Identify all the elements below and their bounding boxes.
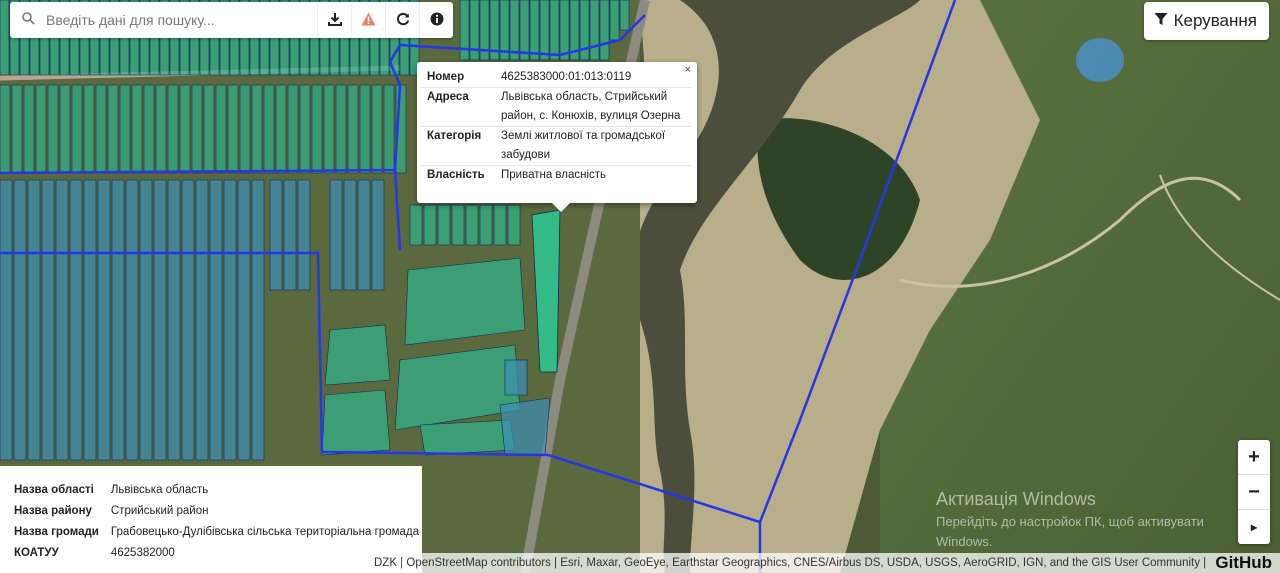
info-key: Назва громади (14, 525, 99, 538)
info-button[interactable] (419, 2, 453, 38)
popup-row: Власність Приватна власність (421, 166, 691, 186)
search-icon (10, 12, 46, 28)
popup-key: Власність (427, 169, 485, 181)
attribution-dzk: DZK (373, 557, 397, 569)
search-bar (10, 2, 453, 38)
info-row: Назва області Львівська область (8, 479, 425, 500)
parcel-details-table: Номер 4625383000:01:013:0119 Адреса Львівс… (421, 68, 691, 185)
watermark-title: Активація Windows (936, 489, 1096, 509)
filter-icon (1154, 11, 1168, 31)
info-key: Назва області (14, 483, 94, 496)
info-value: Стрийський район (110, 504, 209, 517)
popup-key: Категорія (421, 126, 495, 166)
info-row: Назва району Стрийський район (8, 500, 425, 521)
windows-activation-watermark: Активація Windows Перейдіть до настройок… (936, 489, 1204, 550)
attribution-bar: DZK | OpenStreetMap contributors | Esri,… (369, 553, 1280, 573)
lake (1076, 38, 1124, 82)
watermark-line2: Windows. (936, 534, 993, 549)
popup-key: Адреса (421, 87, 495, 127)
search-input[interactable] (46, 5, 317, 35)
popup-value: 4625383000:01:013:0119 (495, 68, 691, 88)
zoom-in-button[interactable]: + (1238, 440, 1270, 475)
download-icon (327, 12, 342, 29)
watermark-line1: Перейдіть до настройок ПК, щоб активуват… (936, 514, 1204, 529)
osm-link[interactable]: OpenStreetMap contributors (406, 557, 550, 569)
info-row: КОАТУУ 4625382000 (8, 542, 425, 563)
popup-value: Приватна власність (501, 169, 607, 181)
attribution-sources: | Esri, Maxar, GeoEye, Earthstar Geograp… (550, 557, 1210, 569)
info-row: Назва громади Грабовецько-Дулібівська сіл… (8, 521, 425, 542)
controls-button-label: Керування (1173, 11, 1257, 30)
info-icon (430, 12, 444, 29)
controls-button[interactable]: Керування (1143, 2, 1269, 40)
attribution-separator: | (396, 557, 407, 569)
refresh-button[interactable] (385, 2, 419, 38)
github-link[interactable]: GitHub (1209, 553, 1280, 573)
warning-icon (361, 12, 376, 29)
refresh-icon (396, 12, 410, 29)
locate-button[interactable]: ▸ (1238, 510, 1270, 544)
info-key: Назва району (14, 504, 92, 517)
info-value: Грабовецько-Дулібівська сільська територ… (110, 525, 420, 538)
popup-value: Землі житлової та громадської забудови (495, 126, 691, 166)
download-button[interactable] (317, 2, 351, 38)
zoom-control: + − ▸ (1238, 440, 1270, 544)
parcel-popup: × Номер 4625383000:01:013:0119 Адреса Льві… (417, 62, 697, 212)
popup-row: Адреса Львівська область, Стрийський райо… (421, 87, 691, 127)
info-value: Львівська область (110, 483, 209, 496)
report-button[interactable] (351, 2, 385, 38)
popup-row: Номер 4625383000:01:013:0119 (421, 68, 691, 88)
popup-key: Номер (421, 68, 495, 88)
zoom-out-button[interactable]: − (1238, 475, 1270, 510)
region-info-panel: Назва області Львівська область Назва рай… (0, 466, 422, 573)
region-info-table: Назва області Львівська область Назва рай… (8, 479, 425, 563)
popup-row: Категорія Землі житлової та громадської з… (421, 126, 691, 166)
info-key: КОАТУУ (14, 546, 59, 559)
popup-value: Львівська область, Стрийський район, с. … (495, 87, 691, 127)
